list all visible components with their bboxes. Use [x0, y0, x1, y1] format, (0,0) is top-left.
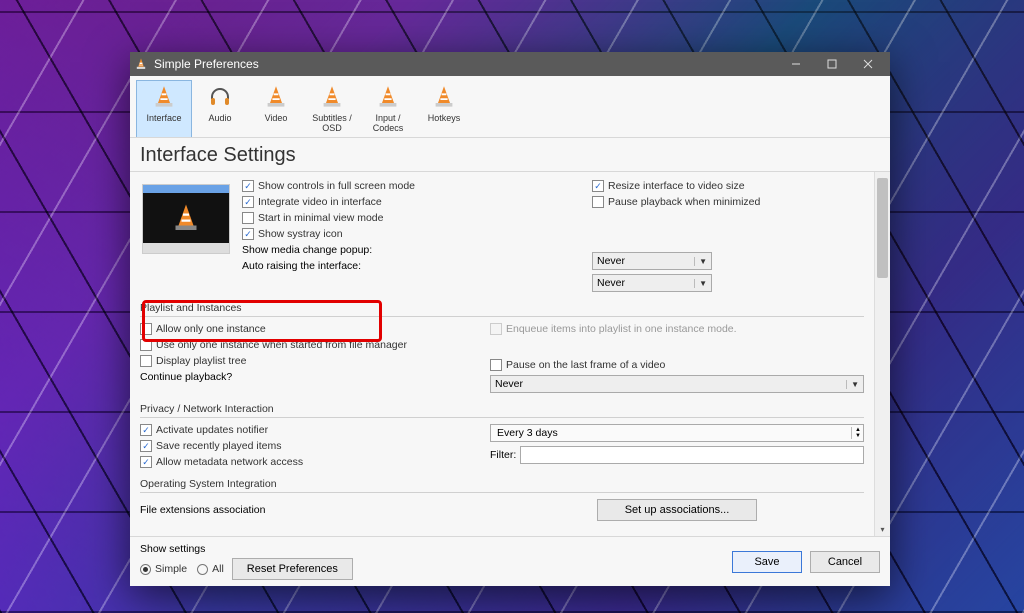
enqueue-one-instance-checkbox: Enqueue items into playlist in one insta…	[490, 323, 864, 335]
minimize-button[interactable]	[778, 52, 814, 76]
save-recent-checkbox[interactable]: Save recently played items	[140, 440, 480, 452]
tab-label: Video	[249, 113, 303, 123]
scroll-down-icon: ▾	[875, 522, 890, 536]
close-button[interactable]	[850, 52, 886, 76]
tab-subtitles[interactable]: Subtitles / OSD	[304, 80, 360, 137]
show-systray-checkbox[interactable]: Show systray icon	[242, 228, 582, 240]
scrollbar-thumb[interactable]	[877, 178, 888, 278]
tab-label: Audio	[193, 113, 247, 123]
media-change-popup-select[interactable]: Never▼	[592, 252, 712, 270]
app-icon	[134, 57, 148, 71]
spinner-arrows-icon: ▲▼	[851, 427, 861, 439]
setup-associations-button[interactable]: Set up associations...	[597, 499, 757, 521]
section-os-integration: Operating System Integration	[140, 478, 864, 493]
auto-raise-label: Auto raising the interface:	[242, 260, 361, 272]
cancel-button[interactable]: Cancel	[810, 551, 880, 573]
tab-audio[interactable]: Audio	[192, 80, 248, 137]
updates-interval-spinner[interactable]: Every 3 days ▲▼	[490, 424, 864, 442]
show-settings-all-radio[interactable]: All	[197, 563, 224, 575]
file-assoc-label: File extensions association	[140, 504, 265, 516]
headphones-icon	[193, 83, 247, 111]
cone-icon	[249, 83, 303, 111]
save-button[interactable]: Save	[732, 551, 802, 573]
show-settings-label: Show settings	[140, 543, 353, 555]
allow-metadata-checkbox[interactable]: Allow metadata network access	[140, 456, 480, 468]
show-controls-fullscreen-checkbox[interactable]: Show controls in full screen mode	[242, 180, 582, 192]
tab-interface[interactable]: Interface	[136, 80, 192, 137]
maximize-button[interactable]	[814, 52, 850, 76]
tab-input-codecs[interactable]: Input / Codecs	[360, 80, 416, 137]
reset-preferences-button[interactable]: Reset Preferences	[232, 558, 353, 580]
preview-thumbnail	[142, 184, 230, 254]
page-title: Interface Settings	[130, 138, 890, 172]
window-title: Simple Preferences	[154, 57, 778, 71]
filter-label: Filter:	[490, 449, 516, 461]
pause-minimized-checkbox[interactable]: Pause playback when minimized	[592, 196, 864, 208]
continue-playback-select[interactable]: Never▼	[490, 375, 864, 393]
resize-to-video-checkbox[interactable]: Resize interface to video size	[592, 180, 864, 192]
tab-hotkeys[interactable]: Hotkeys	[416, 80, 472, 137]
cone-icon	[137, 83, 191, 111]
integrate-video-checkbox[interactable]: Integrate video in interface	[242, 196, 582, 208]
media-change-popup-label: Show media change popup:	[242, 244, 372, 256]
pause-last-frame-checkbox[interactable]: Pause on the last frame of a video	[490, 359, 864, 371]
filter-input[interactable]	[520, 446, 864, 464]
chevron-down-icon: ▼	[846, 380, 859, 389]
tab-label: Input / Codecs	[361, 113, 415, 133]
cone-icon	[417, 83, 471, 111]
titlebar[interactable]: Simple Preferences	[130, 52, 890, 76]
annotation-highlight	[142, 300, 382, 342]
cone-icon	[361, 83, 415, 111]
chevron-down-icon: ▼	[694, 257, 707, 266]
auto-raise-select[interactable]: Never▼	[592, 274, 712, 292]
tab-label: Subtitles / OSD	[305, 113, 359, 133]
chevron-down-icon: ▼	[694, 279, 707, 288]
show-settings-simple-radio[interactable]: Simple	[140, 563, 187, 575]
start-minimal-checkbox[interactable]: Start in minimal view mode	[242, 212, 582, 224]
tab-label: Hotkeys	[417, 113, 471, 123]
tab-label: Interface	[137, 113, 191, 123]
activate-updates-checkbox[interactable]: Activate updates notifier	[140, 424, 480, 436]
cone-icon	[305, 83, 359, 111]
display-playlist-tree-checkbox[interactable]: Display playlist tree	[140, 355, 480, 367]
vertical-scrollbar[interactable]: ▴ ▾	[874, 172, 890, 536]
settings-panel: Show controls in full screen mode Integr…	[130, 172, 874, 536]
category-tabs: Interface Audio Video Subtitles / OSD In…	[130, 76, 890, 138]
tab-video[interactable]: Video	[248, 80, 304, 137]
section-privacy: Privacy / Network Interaction	[140, 403, 864, 418]
continue-playback-label: Continue playback?	[140, 371, 232, 383]
